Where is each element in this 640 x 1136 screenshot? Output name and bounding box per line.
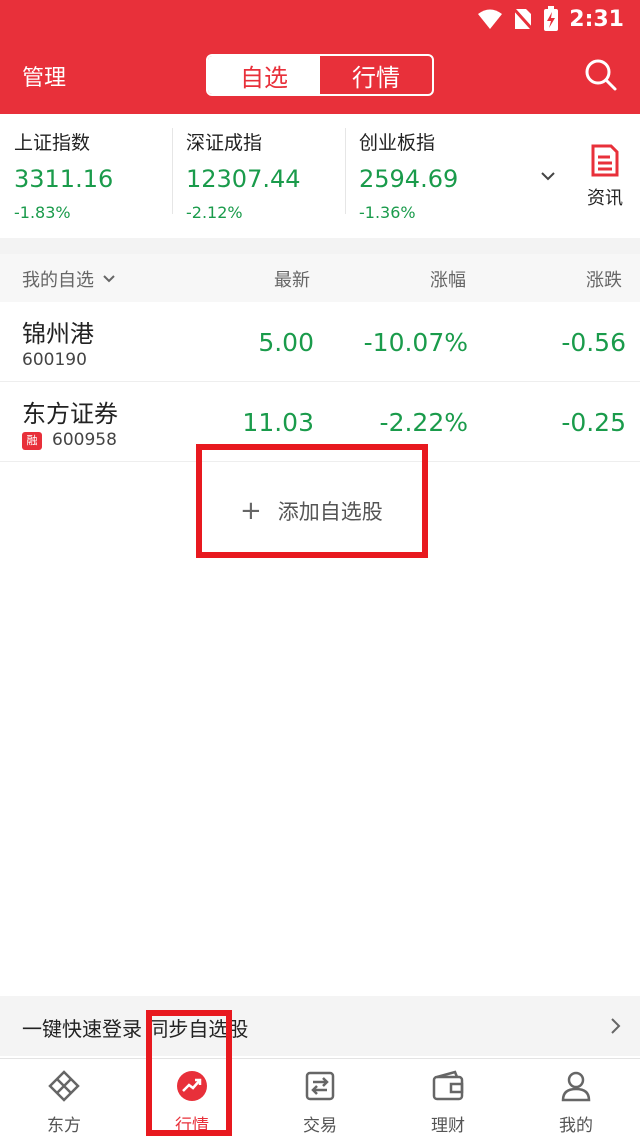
margin-badge: 融 (22, 432, 42, 450)
tab-watchlist[interactable]: 自选 (208, 56, 320, 94)
stock-code: 600958 (52, 430, 117, 450)
tab-wealth[interactable]: 理财 (408, 1069, 488, 1136)
section-gap (0, 238, 640, 254)
index-shanghai[interactable]: 上证指数 3311.16 -1.83% (14, 128, 174, 222)
watchlist-header: 我的自选 最新 涨幅 涨跌 (0, 254, 640, 302)
stock-change-amt: -0.25 (561, 408, 626, 437)
index-name: 深证成指 (186, 132, 263, 154)
chevron-down-icon (103, 275, 115, 283)
tab-label: 东方 (47, 1116, 81, 1136)
stock-price: 5.00 (258, 328, 314, 357)
news-label: 资讯 (587, 188, 623, 209)
person-icon (561, 1071, 591, 1102)
news-button[interactable]: 资讯 (580, 144, 630, 210)
stock-name: 锦州港 (22, 320, 94, 348)
tab-dongfang[interactable]: 东方 (24, 1069, 104, 1136)
index-name: 上证指数 (14, 132, 91, 154)
stock-code: 600190 (22, 350, 87, 370)
tab-label: 我的 (559, 1116, 593, 1136)
watchlist-group-label: 我的自选 (22, 270, 94, 291)
stock-change-pct: -2.22% (379, 408, 468, 437)
bottom-tab-bar: 东方 行情 交易 理财 我的 (0, 1058, 640, 1136)
column-change-amt[interactable]: 涨跌 (586, 266, 622, 292)
index-price: 12307.44 (186, 165, 301, 193)
watchlist-group-selector[interactable]: 我的自选 (22, 266, 116, 292)
index-price: 2594.69 (359, 165, 459, 193)
stock-change-pct: -10.07% (363, 328, 468, 357)
news-icon (591, 144, 619, 177)
tab-label: 理财 (431, 1116, 465, 1136)
stock-name: 东方证券 (22, 400, 118, 428)
index-chinext[interactable]: 创业板指 2594.69 -1.36% (359, 128, 519, 222)
highlight-box (146, 1010, 232, 1136)
tab-label: 交易 (303, 1116, 337, 1136)
index-change: -1.36% (359, 203, 416, 222)
exchange-icon (305, 1071, 335, 1101)
tab-mine[interactable]: 我的 (536, 1069, 616, 1136)
manage-button[interactable]: 管理 (22, 60, 66, 92)
tab-trade[interactable]: 交易 (280, 1069, 360, 1136)
divider (172, 128, 173, 214)
index-change: -2.12% (186, 203, 243, 222)
divider (345, 128, 346, 214)
stock-change-amt: -0.56 (561, 328, 626, 357)
chevron-right-icon (611, 1018, 621, 1034)
wifi-icon (478, 9, 503, 29)
battery-charging-icon (544, 6, 559, 31)
index-strip: 上证指数 3311.16 -1.83% 深证成指 12307.44 -2.12%… (0, 114, 640, 238)
status-time: 2:31 (569, 6, 624, 32)
index-price: 3311.16 (14, 165, 114, 193)
table-row[interactable]: 锦州港 600190 5.00 -10.07% -0.56 (0, 302, 640, 382)
index-change: -1.83% (14, 203, 71, 222)
segmented-control: 自选 行情 (206, 54, 434, 96)
column-price[interactable]: 最新 (274, 266, 310, 292)
tab-market[interactable]: 行情 (320, 56, 432, 94)
diamond-logo-icon (48, 1070, 80, 1102)
no-sim-icon (513, 7, 534, 31)
chevron-down-icon[interactable] (538, 166, 558, 186)
status-bar: 2:31 (0, 0, 640, 38)
search-icon[interactable] (584, 58, 618, 92)
index-shenzhen[interactable]: 深证成指 12307.44 -2.12% (186, 128, 346, 222)
wallet-icon (432, 1070, 464, 1101)
app-header: 2:31 管理 自选 行情 (0, 0, 640, 114)
stock-price: 11.03 (242, 408, 314, 437)
login-banner[interactable]: 一键快速登录 同步自选股 (0, 996, 640, 1056)
index-name: 创业板指 (359, 132, 436, 154)
column-change-pct[interactable]: 涨幅 (430, 266, 466, 292)
highlight-box (196, 444, 428, 558)
